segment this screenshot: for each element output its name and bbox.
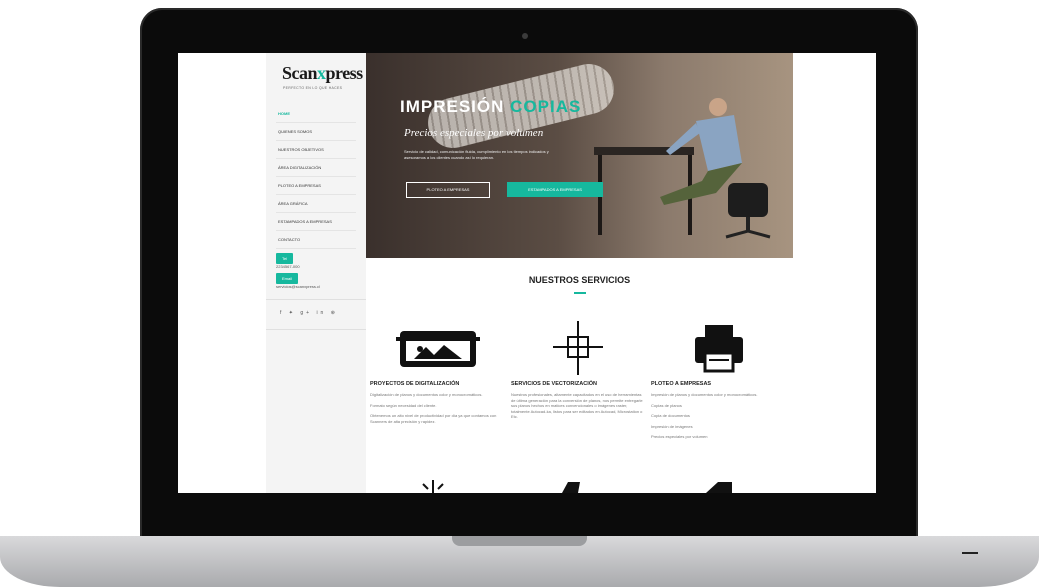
laptop-status-light xyxy=(962,552,978,554)
service-title: PLOTEO A EMPRESAS xyxy=(651,381,712,387)
heading-underline xyxy=(574,292,586,294)
scanner-icon xyxy=(370,319,505,379)
ploteo-button[interactable]: PLOTEO A EMPRESAS xyxy=(406,182,490,198)
service-text: Formato según necesidad del cliente. xyxy=(370,402,437,408)
phone-number[interactable]: 2234567-000 xyxy=(276,264,358,269)
email-label: Email xyxy=(276,273,299,284)
hero-banner: IMPRESIÓN COPIAS Precios especiales por … xyxy=(366,53,793,258)
hero-title: IMPRESIÓN COPIAS xyxy=(400,97,581,117)
service-text: Copias de planos xyxy=(651,402,682,408)
service-text: Obtenemos un alto nivel de productividad… xyxy=(370,413,497,424)
service-text: Impresión de imágenes xyxy=(651,423,693,429)
phone-label: Tel xyxy=(276,253,294,264)
hero-description: Servicio de calidad, comunicación fluida… xyxy=(404,149,549,160)
services-heading: NUESTROS SERVICIOS xyxy=(528,275,631,285)
service-title: SERVICIOS DE VECTORIZACIÓN xyxy=(511,381,597,387)
camera-dot xyxy=(522,33,528,39)
service-title: PROYECTOS DE DIGITALIZACIÓN xyxy=(370,381,460,387)
hero-subtitle: Precios especiales por volumen xyxy=(404,127,544,139)
service-text: Impresión de planos y documentos color y… xyxy=(651,392,758,397)
tshirt-icon xyxy=(562,482,580,493)
service-text: Precios especiales por volumen xyxy=(651,434,708,440)
graphic-area-icon xyxy=(706,482,732,493)
nav-item-home[interactable]: HOME xyxy=(276,105,356,123)
logo-text-x: x xyxy=(317,63,326,83)
email-address[interactable]: servicios@scanxpress.cl xyxy=(276,284,358,289)
sidebar: Scanxpress PERFECTO EN LO QUE HACES HOME… xyxy=(266,53,366,493)
nav-item-contacto[interactable]: CONTACTO xyxy=(276,231,356,249)
estampados-button[interactable]: ESTAMPADOS A EMPRESAS xyxy=(507,182,603,197)
browser-screen: Scanxpress PERFECTO EN LO QUE HACES HOME… xyxy=(178,53,876,493)
service-card-ploteo: PLOTEO A EMPRESAS Impresión de planos y … xyxy=(651,319,786,440)
social-links[interactable]: f ✦ g+ in ⊛ xyxy=(280,310,338,316)
service-card-digitalizacion: PROYECTOS DE DIGITALIZACIÓN Digitalizaci… xyxy=(370,319,505,424)
printer-icon xyxy=(651,319,786,379)
main-nav: HOME QUIENES SOMOS NUESTROS OBJETIVOS ÁR… xyxy=(276,105,356,249)
nav-item-digitalizacion[interactable]: ÁREA DIGITALIZACIÓN xyxy=(276,159,356,177)
sidebar-divider xyxy=(266,299,366,300)
crosshair-icon xyxy=(511,319,646,379)
logo-text-end: press xyxy=(325,63,364,83)
logo-tagline: PERFECTO EN LO QUE HACES xyxy=(283,86,343,90)
laptop-notch xyxy=(452,536,587,546)
contact-block: Tel 2234567-000 Email servicios@scanxpre… xyxy=(276,249,358,289)
nav-item-quienes-somos[interactable]: QUIENES SOMOS xyxy=(276,123,356,141)
logo-text-main: Scan xyxy=(282,63,318,83)
hero-title-accent: COPIAS xyxy=(510,97,582,116)
nav-item-estampados[interactable]: ESTAMPADOS A EMPRESAS xyxy=(276,213,356,231)
service-text: Copia de documentos xyxy=(651,413,690,419)
service-card-vectorizacion: SERVICIOS DE VECTORIZACIÓN Nuestros prof… xyxy=(511,319,646,420)
service-text: Digitalización de planos y documentos co… xyxy=(370,392,483,397)
sidebar-divider xyxy=(266,329,366,330)
nav-item-ploteo[interactable]: PLOTEO A EMPRESAS xyxy=(276,177,356,195)
nav-item-grafica[interactable]: ÁREA GRÁFICA xyxy=(276,195,356,213)
nav-item-objetivos[interactable]: NUESTROS OBJETIVOS xyxy=(276,141,356,159)
service-text: Nuestros profesionales, altamente capaci… xyxy=(511,392,643,420)
sun-icon xyxy=(422,480,444,493)
site-logo[interactable]: Scanxpress xyxy=(282,63,363,84)
office-chair-image xyxy=(725,183,771,239)
hero-title-main: IMPRESIÓN xyxy=(400,97,505,116)
